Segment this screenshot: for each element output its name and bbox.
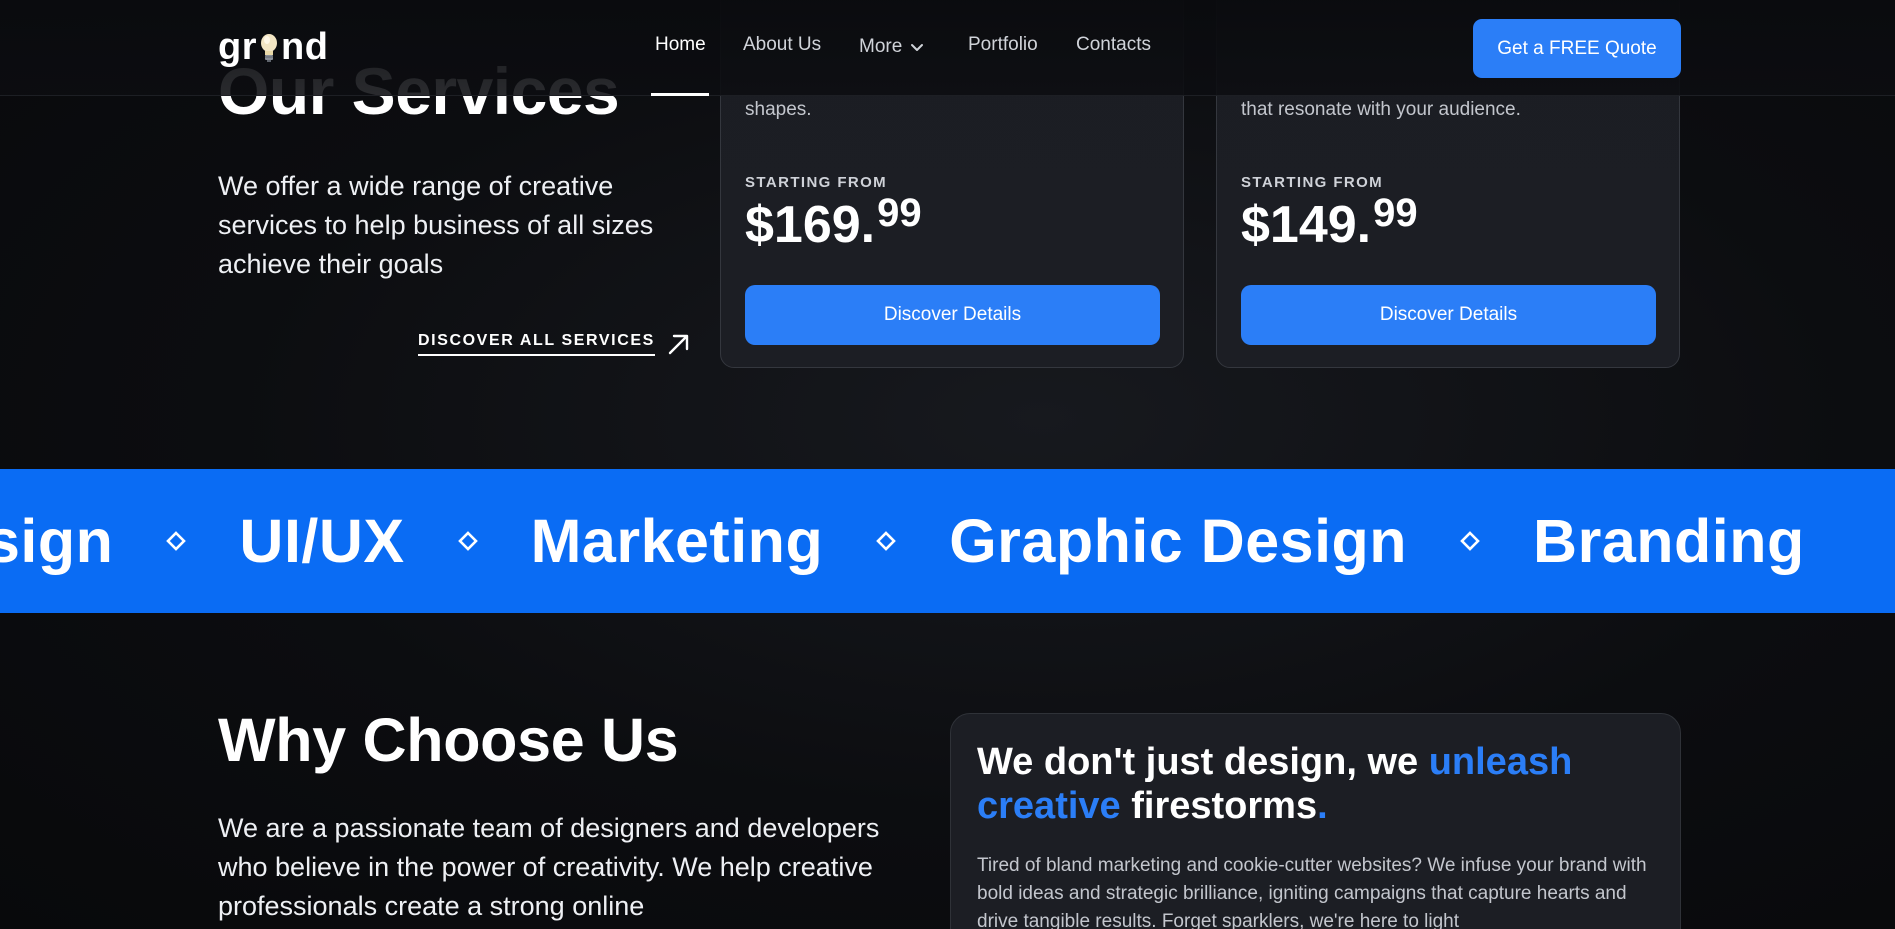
starting-from-label: STARTING FROM — [745, 174, 888, 191]
discover-details-button[interactable]: Discover Details — [745, 285, 1160, 345]
active-nav-indicator — [651, 93, 709, 96]
chevron-down-icon — [911, 44, 924, 51]
price-cents: 99 — [877, 191, 922, 235]
nav-home-link[interactable]: Home — [655, 34, 706, 56]
nav-contacts-link[interactable]: Contacts — [1076, 34, 1151, 56]
why-choose-us-heading: Why Choose Us — [218, 706, 679, 774]
marquee-item: UI/UX — [239, 507, 405, 575]
why-card-title-part2: firestorms — [1120, 785, 1318, 827]
logo-text-left: gr — [218, 26, 257, 68]
price-cents: 99 — [1373, 191, 1418, 235]
navbar: gr nd Home About Us More Portfolio Conta… — [0, 0, 1895, 96]
page: Our Services We offer a wide range of cr… — [0, 0, 1895, 929]
why-card-title-dot: . — [1317, 785, 1328, 827]
marquee-item: sign — [0, 507, 114, 575]
service-price: $149. 99 — [1241, 191, 1418, 255]
service-card-description: that resonate with your audience. — [1241, 99, 1521, 120]
discover-details-button[interactable]: Discover Details — [1241, 285, 1656, 345]
arrow-up-right-icon — [668, 334, 689, 355]
nav-more-label: More — [859, 36, 903, 57]
discover-all-services-link[interactable]: DISCOVER ALL SERVICES — [418, 330, 693, 358]
why-choose-us-card: We don't just design, we unleash creativ… — [950, 713, 1681, 929]
get-free-quote-button[interactable]: Get a FREE Quote — [1473, 19, 1681, 78]
diamond-icon — [875, 530, 897, 552]
why-choose-us-description: We are a passionate team of designers an… — [218, 813, 880, 921]
marquee-item: Branding — [1533, 507, 1805, 575]
marquee-item: Graphic Design — [949, 507, 1408, 575]
discover-all-services-label: DISCOVER ALL SERVICES — [418, 332, 655, 356]
marquee-track: sign UI/UX Marketing Graphic Design Bran… — [0, 469, 1805, 613]
diamond-icon — [1459, 530, 1481, 552]
lightbulb-icon — [261, 33, 277, 62]
service-price: $169. 99 — [745, 191, 922, 255]
service-card-description: shapes. — [745, 99, 812, 120]
diamond-icon — [165, 530, 187, 552]
price-main: $169. — [745, 196, 876, 254]
logo-text-right: nd — [281, 26, 329, 68]
logo[interactable]: gr nd — [218, 26, 328, 69]
services-marquee: sign UI/UX Marketing Graphic Design Bran… — [0, 469, 1895, 613]
starting-from-label: STARTING FROM — [1241, 174, 1384, 191]
why-card-title: We don't just design, we unleash creativ… — [977, 740, 1617, 828]
why-card-title-part1: We don't just design, we — [977, 741, 1429, 783]
services-description: We offer a wide range of creative servic… — [218, 171, 654, 279]
diamond-icon — [457, 530, 479, 552]
why-card-body: Tired of bland marketing and cookie-cutt… — [977, 855, 1647, 929]
nav-portfolio-link[interactable]: Portfolio — [968, 34, 1038, 56]
price-main: $149. — [1241, 196, 1372, 254]
nav-about-link[interactable]: About Us — [743, 34, 821, 56]
marquee-item: Marketing — [530, 507, 824, 575]
nav-more-dropdown[interactable]: More — [859, 36, 924, 58]
